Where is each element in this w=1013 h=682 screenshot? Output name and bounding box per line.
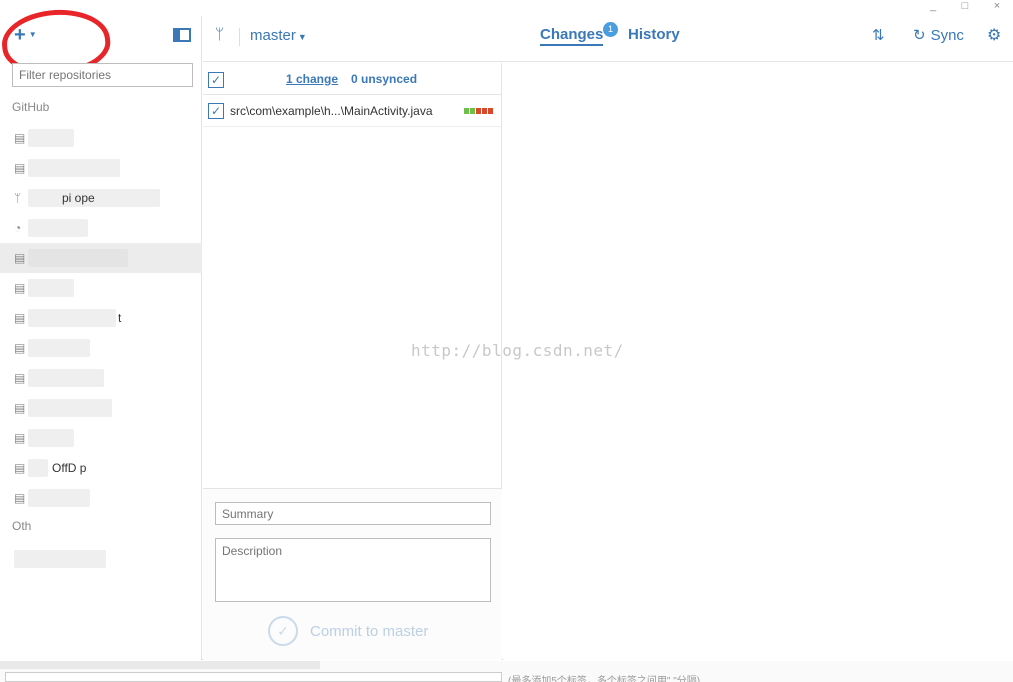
repo-icon: ▤ [14, 430, 26, 445]
pull-request-icon[interactable]: ⇅ [872, 26, 885, 44]
changed-file-row[interactable]: ✓ src\com\example\h...\MainActivity.java [203, 95, 501, 127]
github-desktop-window: _ □ × + ▼ GitHub ▤ ▤ [0, 0, 1013, 660]
repo-icon: ▤ [14, 160, 26, 175]
toolbar: ᛘ master ▼ Changes 1 History ⇅ ↻ Sync ⚙ [203, 16, 1013, 62]
repo-item[interactable]: ◔ [0, 213, 202, 243]
group-header-other: Oth [12, 519, 32, 533]
sync-button[interactable]: ↻ Sync [913, 26, 964, 45]
sidebar-header: + ▼ [0, 16, 201, 54]
repo-item[interactable]: ▤ [0, 483, 202, 513]
repo-icon: ▤ [14, 130, 26, 145]
gear-icon[interactable]: ⚙ [987, 25, 1001, 45]
sync-icon: ↻ [913, 27, 926, 44]
diff-del-block [476, 108, 481, 114]
sidebar-toggle-icon[interactable] [173, 28, 191, 42]
repo-icon: ▤ [14, 310, 26, 325]
change-count-link[interactable]: 1 change [286, 72, 338, 86]
minimize-button[interactable]: _ [917, 0, 949, 14]
changes-pane: ✓ 1 change 0 unsynced ✓ src\com\example\… [203, 63, 502, 660]
blurred-label [28, 309, 116, 327]
commit-form: ✓ Commit to master [203, 488, 502, 660]
file-path: src\com\example\h...\MainActivity.java [230, 104, 433, 118]
maximize-button[interactable]: □ [949, 0, 981, 14]
repo-item[interactable]: ▤ [0, 333, 202, 363]
repo-item[interactable]: ▤ [0, 273, 202, 303]
background-input-box [5, 672, 502, 682]
branch-icon: ᛘ [215, 26, 225, 43]
toolbar-separator [239, 28, 240, 46]
commit-button[interactable]: ✓ Commit to master [268, 616, 428, 646]
blurred-label [28, 369, 104, 387]
filter-repositories-input[interactable] [12, 63, 193, 87]
repo-label: pi ope [62, 191, 95, 205]
blurred-label [28, 489, 90, 507]
unsynced-count[interactable]: 0 unsynced [351, 72, 417, 86]
repo-item[interactable]: ▤ OffD p [0, 453, 202, 483]
changes-header: ✓ 1 change 0 unsynced [203, 63, 501, 95]
repo-label: t [118, 311, 122, 325]
window-controls: _ □ × [917, 0, 1013, 14]
repo-icon: ▤ [14, 460, 26, 475]
watermark: http://blog.csdn.net/ [411, 341, 624, 360]
repo-item[interactable]: ▤ [0, 423, 202, 453]
check-circle-icon: ✓ [268, 616, 298, 646]
repo-item[interactable]: ▤ [0, 393, 202, 423]
background-page-strip: (最多添加5个标签，多个标签之间用","分隔) [0, 661, 1013, 682]
repository-list: ▤ ▤ ᛘ pi ope ◔ ▤ ▤ ▤ t ▤ ▤ ▤ ▤ ▤ OffD p … [0, 123, 202, 513]
repo-icon: ▤ [14, 490, 26, 505]
group-header-github: GitHub [12, 100, 50, 114]
blurred-label [28, 129, 74, 147]
diff-del-block [482, 108, 487, 114]
plus-icon: + [14, 24, 26, 46]
fork-icon: ᛘ [14, 190, 22, 205]
blurred-label [28, 279, 74, 297]
blurred-label [28, 399, 112, 417]
repo-icon: ▤ [14, 280, 26, 295]
repo-item[interactable]: ᛘ pi ope [0, 183, 202, 213]
background-page-line [0, 661, 320, 669]
commit-label: Commit to master [310, 622, 429, 640]
repo-item[interactable]: ▤ t [0, 303, 202, 333]
blurred-label [28, 219, 88, 237]
description-input[interactable] [215, 538, 491, 602]
diff-del-block [488, 108, 493, 114]
add-repository-button[interactable]: + ▼ [14, 24, 37, 46]
file-checkbox[interactable]: ✓ [208, 103, 224, 119]
repo-icon: ▤ [14, 400, 26, 415]
diff-add-block [470, 108, 475, 114]
diff-add-block [464, 108, 469, 114]
caret-down-icon: ▼ [28, 30, 37, 39]
diff-view [503, 63, 1013, 660]
repo-icon: ▤ [14, 250, 26, 265]
repo-item[interactable]: ▤ [0, 153, 202, 183]
repository-sidebar: + ▼ GitHub ▤ ▤ ᛘ pi ope [0, 4, 202, 660]
blurred-label [28, 459, 48, 477]
blurred-label [28, 159, 120, 177]
diff-stat-bar [464, 108, 493, 114]
repo-item[interactable] [0, 544, 202, 574]
repo-item[interactable]: ▤ [0, 363, 202, 393]
history-icon: ◔ [14, 220, 22, 235]
tab-history[interactable]: History [628, 26, 680, 43]
repo-icon: ▤ [14, 340, 26, 355]
background-hint-text: (最多添加5个标签，多个标签之间用","分隔) [508, 676, 701, 682]
repo-item-selected[interactable]: ▤ [0, 243, 202, 273]
changes-count-badge: 1 [603, 22, 618, 37]
tab-changes[interactable]: Changes [540, 26, 604, 46]
sync-label: Sync [930, 26, 964, 44]
blurred-label [28, 339, 90, 357]
select-all-checkbox[interactable]: ✓ [208, 72, 224, 88]
close-button[interactable]: × [981, 0, 1013, 14]
summary-input[interactable] [215, 502, 491, 525]
blurred-label [28, 249, 128, 267]
blurred-label [14, 550, 106, 568]
repo-icon: ▤ [14, 370, 26, 385]
repo-item[interactable]: ▤ [0, 123, 202, 153]
caret-down-icon: ▼ [297, 32, 307, 42]
branch-selector[interactable]: master ▼ [250, 27, 307, 44]
repo-label: OffD p [52, 461, 87, 475]
blurred-label [28, 429, 74, 447]
branch-name: master [250, 27, 296, 44]
